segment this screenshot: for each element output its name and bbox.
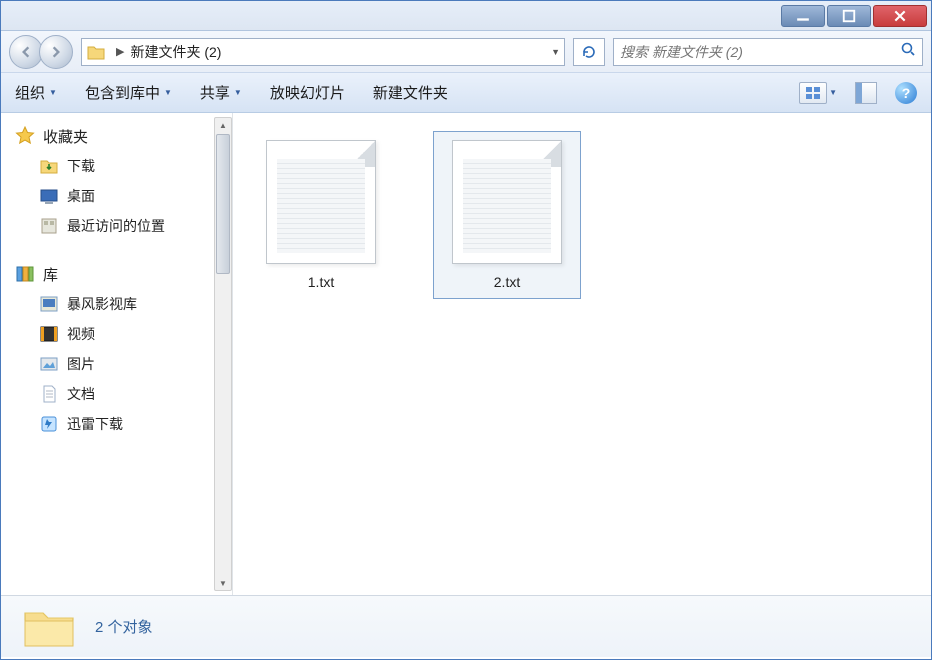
sidebar-scrollbar[interactable]: ▲ ▼: [214, 117, 232, 591]
favorites-group: 收藏夹 下载 桌面 最: [1, 121, 232, 241]
sidebar-item-label: 下载: [67, 156, 95, 176]
navigation-bar: ▶ 新建文件夹 (2) ▼: [1, 31, 931, 73]
search-input[interactable]: [620, 44, 900, 60]
video-icon: [39, 324, 59, 344]
new-folder-button[interactable]: 新建文件夹: [373, 82, 448, 103]
document-icon: [39, 384, 59, 404]
sidebar-item-recent[interactable]: 最近访问的位置: [1, 211, 232, 241]
sidebar-item-label: 迅雷下载: [67, 414, 123, 434]
maximize-icon: [842, 9, 856, 23]
pictures-icon: [39, 354, 59, 374]
sidebar-item-desktop[interactable]: 桌面: [1, 181, 232, 211]
file-list-pane[interactable]: 1.txt 2.txt: [233, 113, 931, 595]
refresh-button[interactable]: [573, 38, 605, 66]
breadcrumb-separator-icon: ▶: [116, 45, 124, 58]
slideshow-button[interactable]: 放映幻灯片: [270, 82, 345, 103]
status-object-count: 2 个对象: [95, 616, 153, 637]
libraries-icon: [15, 264, 35, 284]
scrollbar-thumb[interactable]: [216, 134, 230, 274]
libraries-group: 库 暴风影视库 视频: [1, 259, 232, 439]
star-icon: [15, 126, 35, 146]
sidebar-item-favorites[interactable]: 收藏夹: [1, 121, 232, 151]
downloads-icon: [39, 156, 59, 176]
sidebar-item-label: 暴风影视库: [67, 294, 137, 314]
search-box[interactable]: [613, 38, 923, 66]
organize-label: 组织: [15, 82, 45, 103]
main-area: 收藏夹 下载 桌面 最: [1, 113, 931, 595]
newfolder-label: 新建文件夹: [373, 82, 448, 103]
help-icon: ?: [902, 85, 911, 101]
text-file-icon: [266, 140, 376, 264]
sidebar-item-label: 桌面: [67, 186, 95, 206]
folder-icon: [21, 603, 77, 651]
nav-history-buttons: [9, 35, 73, 69]
chevron-down-icon: ▼: [164, 88, 172, 97]
organize-menu[interactable]: 组织 ▼: [15, 82, 57, 103]
include-in-library-menu[interactable]: 包含到库中 ▼: [85, 82, 172, 103]
share-label: 共享: [200, 82, 230, 103]
media-library-icon: [39, 294, 59, 314]
sidebar-item-label: 最近访问的位置: [67, 216, 165, 236]
title-bar: [1, 1, 931, 31]
close-icon: [893, 9, 907, 23]
breadcrumb-folder[interactable]: 新建文件夹 (2): [130, 42, 221, 62]
folder-icon: [86, 42, 106, 62]
sidebar-item-pictures[interactable]: 图片: [1, 349, 232, 379]
chevron-down-icon: ▼: [234, 88, 242, 97]
address-dropdown[interactable]: ▼: [551, 47, 560, 57]
arrow-left-icon: [19, 45, 33, 59]
back-button[interactable]: [9, 35, 43, 69]
file-name: 1.txt: [308, 274, 334, 290]
chevron-down-icon: ▼: [551, 47, 560, 57]
chevron-down-icon[interactable]: ▼: [829, 88, 837, 97]
sidebar-item-libraries[interactable]: 库: [1, 259, 232, 289]
maximize-button[interactable]: [827, 5, 871, 27]
preview-pane-toggle[interactable]: [855, 82, 877, 104]
sidebar-item-baofeng[interactable]: 暴风影视库: [1, 289, 232, 319]
sidebar-item-label: 文档: [67, 384, 95, 404]
sidebar-item-videos[interactable]: 视频: [1, 319, 232, 349]
navigation-pane: 收藏夹 下载 桌面 最: [1, 113, 233, 595]
desktop-icon: [39, 186, 59, 206]
help-button[interactable]: ?: [895, 82, 917, 104]
view-mode-button[interactable]: [799, 82, 827, 104]
search-icon[interactable]: [900, 41, 916, 62]
explorer-window: ▶ 新建文件夹 (2) ▼ 组织 ▼ 包含到库中 ▼ 共享 ▼: [0, 0, 932, 660]
chevron-down-icon: ▼: [49, 88, 57, 97]
minimize-icon: [796, 9, 810, 23]
address-bar[interactable]: ▶ 新建文件夹 (2) ▼: [81, 38, 565, 66]
libraries-label: 库: [43, 264, 58, 285]
xunlei-icon: [39, 414, 59, 434]
share-menu[interactable]: 共享 ▼: [200, 82, 242, 103]
forward-button[interactable]: [39, 35, 73, 69]
file-item[interactable]: 2.txt: [433, 131, 581, 299]
text-file-icon: [452, 140, 562, 264]
favorites-label: 收藏夹: [43, 126, 88, 147]
sidebar-item-documents[interactable]: 文档: [1, 379, 232, 409]
details-pane: 2 个对象: [1, 595, 931, 657]
file-name: 2.txt: [494, 274, 520, 290]
scroll-down-icon[interactable]: ▼: [215, 576, 231, 590]
slideshow-label: 放映幻灯片: [270, 82, 345, 103]
file-item[interactable]: 1.txt: [247, 131, 395, 299]
refresh-icon: [581, 44, 597, 60]
command-bar: 组织 ▼ 包含到库中 ▼ 共享 ▼ 放映幻灯片 新建文件夹 ▼ ?: [1, 73, 931, 113]
arrow-right-icon: [49, 45, 63, 59]
sidebar-item-label: 图片: [67, 354, 95, 374]
minimize-button[interactable]: [781, 5, 825, 27]
scroll-up-icon[interactable]: ▲: [215, 118, 231, 132]
include-label: 包含到库中: [85, 82, 160, 103]
thumbnails-icon: [806, 87, 820, 99]
sidebar-item-downloads[interactable]: 下载: [1, 151, 232, 181]
recent-places-icon: [39, 216, 59, 236]
close-button[interactable]: [873, 5, 927, 27]
sidebar-item-label: 视频: [67, 324, 95, 344]
sidebar-item-xunlei[interactable]: 迅雷下载: [1, 409, 232, 439]
